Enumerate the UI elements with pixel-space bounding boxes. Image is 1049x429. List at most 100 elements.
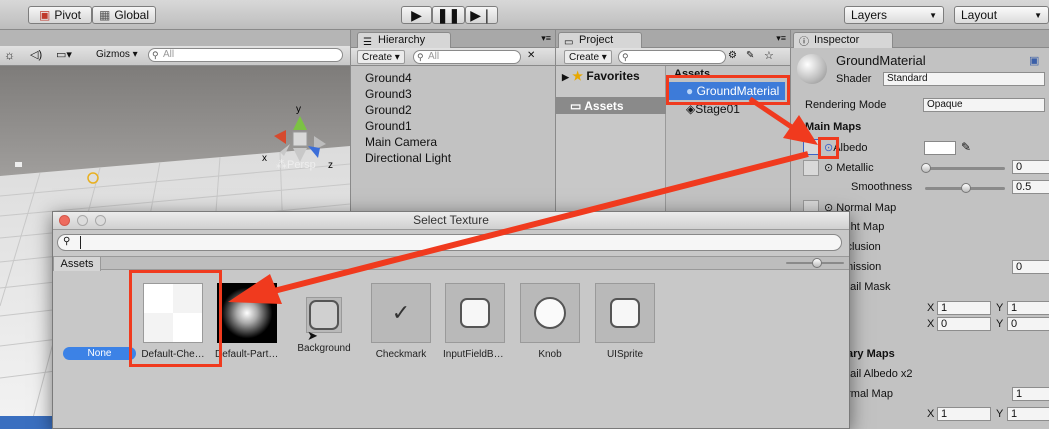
offset-x-label: X: [927, 318, 935, 330]
hierarchy-toolbar: Create ▾ ⚲ All ✕: [351, 48, 555, 66]
layers-dropdown[interactable]: Layers ▼: [844, 6, 944, 24]
step-button[interactable]: ▶❘: [465, 6, 498, 24]
close-window-button[interactable]: [59, 215, 70, 226]
sun-icon[interactable]: ☼: [4, 48, 15, 62]
help-book-icon[interactable]: ▣: [1029, 54, 1039, 67]
smoothness-field[interactable]: 0.5: [1012, 180, 1049, 194]
albedo-color-swatch[interactable]: [924, 141, 956, 155]
metallic-field[interactable]: 0: [1012, 160, 1049, 174]
hierarchy-create-button[interactable]: Create ▾: [357, 50, 405, 64]
dialog-title: Select Texture: [413, 213, 489, 227]
tiling-x-field[interactable]: 1: [937, 301, 991, 315]
info-icon: ⓘ: [799, 37, 809, 48]
secondary-tiling-x-label: X: [927, 408, 935, 420]
tab-inspector[interactable]: ⓘ Inspector: [793, 32, 893, 48]
offset-x-field[interactable]: 0: [937, 317, 991, 331]
main-maps-heading: Main Maps: [805, 121, 862, 133]
play-icon: ▶: [411, 6, 422, 23]
mouse-pointer-icon: ➤: [307, 328, 318, 343]
none-option-button[interactable]: None: [63, 347, 136, 360]
list-item[interactable]: Ground4: [365, 71, 412, 85]
main-toolbar: ▣ Pivot ▦ Global ▶ ❚❚ ▶❘ Layers ▼ Layout ▼: [0, 0, 1049, 30]
search-icon: ⚲: [63, 236, 71, 247]
project-toolbar: Create ▾ ⚲ ⚙ ✎ ☆: [556, 48, 790, 66]
scene-search-input[interactable]: ⚲ All: [148, 48, 343, 62]
list-item[interactable]: Ground2: [365, 103, 412, 117]
persp-label[interactable]: ⁂Persp: [276, 158, 316, 171]
layout-dropdown[interactable]: Layout ▼: [954, 6, 1049, 24]
secondary-tiling-y-field[interactable]: 1: [1007, 407, 1049, 421]
project-tabbar: ▭ Project ▾≡: [556, 30, 790, 48]
tiling-y-label: Y: [996, 302, 1004, 314]
metallic-texture-slot[interactable]: [803, 160, 819, 176]
hierarchy-search-input[interactable]: ⚲ All: [413, 50, 521, 64]
metallic-slider[interactable]: [925, 167, 1005, 170]
pivot-button[interactable]: ▣ Pivot: [28, 6, 92, 24]
panel-menu-icon[interactable]: ▾≡: [776, 33, 786, 44]
star-icon[interactable]: ☆: [764, 49, 774, 62]
texture-item-knob[interactable]: Knob: [518, 283, 582, 360]
global-icon: ▦: [98, 8, 111, 22]
audio-icon[interactable]: ◁): [30, 48, 42, 61]
text-cursor: [80, 236, 81, 249]
list-item[interactable]: Main Camera: [365, 135, 437, 149]
global-button[interactable]: ▦ Global: [92, 6, 156, 24]
knob-thumbnail: [520, 283, 580, 343]
play-button[interactable]: ▶: [401, 6, 432, 24]
secondary-maps-heading: ary Maps: [847, 348, 895, 360]
filter-label-icon[interactable]: ✎: [746, 50, 754, 61]
zoom-window-button[interactable]: [95, 215, 106, 226]
secondary-tiling-x-field[interactable]: 1: [937, 407, 991, 421]
emission-field[interactable]: 0: [1012, 260, 1049, 274]
secondary-normal-field[interactable]: 1: [1012, 387, 1049, 401]
smoothness-slider-knob[interactable]: [961, 183, 971, 193]
panel-menu-icon[interactable]: ▾≡: [541, 33, 551, 44]
step-icon: ▶❘: [470, 6, 493, 23]
albedo-texture-slot[interactable]: [803, 139, 819, 155]
list-item[interactable]: Directional Light: [365, 151, 451, 165]
texture-item-background[interactable]: Background: [292, 283, 356, 354]
texture-item-checkmark[interactable]: ✓ Checkmark: [369, 283, 433, 360]
texture-item-default-particle[interactable]: Default-Parti…: [215, 283, 279, 360]
filter-type-icon[interactable]: ⚙: [728, 50, 737, 61]
clear-search-icon[interactable]: ✕: [527, 50, 535, 61]
pause-button[interactable]: ❚❚: [432, 6, 465, 24]
favorites-item[interactable]: ▶ ★ Favorites: [562, 69, 640, 83]
minimize-window-button[interactable]: [77, 215, 88, 226]
camera-icon[interactable]: [15, 162, 22, 167]
tab-project[interactable]: ▭ Project: [558, 32, 642, 48]
shader-label: Shader: [836, 73, 872, 85]
list-item[interactable]: Ground1: [365, 119, 412, 133]
tiling-y-field[interactable]: 1: [1007, 301, 1049, 315]
search-icon: ⚲: [152, 50, 159, 60]
axis-y-label: y: [296, 104, 301, 115]
pause-icon: ❚❚: [436, 6, 461, 23]
material-name: GroundMaterial: [836, 53, 926, 68]
material-preview-sphere: [797, 54, 827, 84]
offset-y-field[interactable]: 0: [1007, 317, 1049, 331]
image-effects-icon[interactable]: ▭▾: [56, 48, 72, 61]
pivot-icon: ▣: [38, 8, 51, 22]
texture-item-inputfield[interactable]: InputFieldBa…: [443, 283, 507, 360]
axis-z-label: z: [328, 160, 333, 171]
tab-assets[interactable]: Assets: [53, 256, 101, 271]
eyedropper-icon[interactable]: ✎: [961, 140, 971, 154]
texture-search-input[interactable]: ⚲: [57, 234, 842, 251]
zoom-slider-knob[interactable]: [812, 258, 822, 268]
project-create-button[interactable]: Create ▾: [564, 50, 612, 64]
project-search-input[interactable]: ⚲: [618, 50, 726, 64]
rendering-mode-dropdown[interactable]: Opaque: [923, 98, 1045, 112]
shader-dropdown[interactable]: Standard: [883, 72, 1045, 86]
list-item[interactable]: Ground3: [365, 87, 412, 101]
gizmos-dropdown[interactable]: Gizmos ▾: [96, 49, 138, 60]
inputfield-thumbnail: [445, 283, 505, 343]
select-texture-dialog: Select Texture ⚲ Assets None Default-Che…: [52, 211, 850, 429]
secondary-tiling-y-label: Y: [996, 408, 1004, 420]
tab-hierarchy[interactable]: ☰ Hierarchy: [357, 32, 451, 48]
texture-item-uisprite[interactable]: UISprite: [593, 283, 657, 360]
uisprite-thumbnail: [595, 283, 655, 343]
metallic-slider-knob[interactable]: [921, 163, 931, 173]
star-icon: ★: [572, 69, 584, 83]
detail-albedo-label: etail Albedo x2: [841, 368, 913, 380]
dialog-titlebar: Select Texture: [53, 212, 849, 230]
